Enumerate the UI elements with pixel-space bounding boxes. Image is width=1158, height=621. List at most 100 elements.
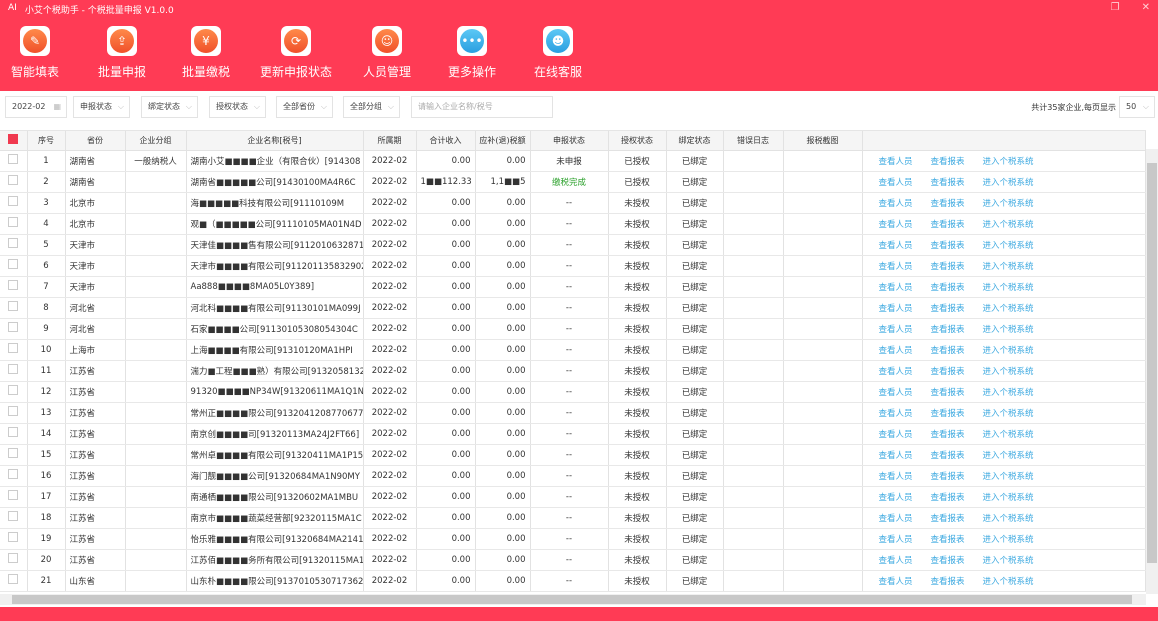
view-report-link[interactable]: 查看报表	[931, 220, 965, 230]
vertical-scrollbar[interactable]	[1146, 149, 1158, 594]
view-report-link[interactable]: 查看报表	[931, 430, 965, 440]
view-report-link[interactable]: 查看报表	[931, 493, 965, 503]
view-report-link[interactable]: 查看报表	[931, 325, 965, 335]
view-report-link[interactable]: 查看报表	[931, 535, 965, 545]
table-row[interactable]: 12 江苏省 91320■■■■NP34W[91320611MA1Q1NF 2022-…	[0, 381, 1146, 403]
vertical-scroll-thumb[interactable]	[1147, 163, 1157, 563]
table-row[interactable]: 3 北京市 海■■■■■科技有限公司[91110109M 2022-02 0.00 0.0…	[0, 192, 1146, 214]
column-header[interactable]: 报税截图	[783, 131, 863, 151]
enter-tax-system-link[interactable]: 进入个税系统	[983, 220, 1034, 230]
column-header[interactable]: 合计收入	[416, 131, 476, 151]
row-checkbox[interactable]	[8, 469, 19, 479]
view-staff-link[interactable]: 查看人员	[879, 283, 913, 293]
toolbar-button-2[interactable]: ⇪ 批量申报	[82, 26, 162, 80]
view-staff-link[interactable]: 查看人员	[879, 388, 913, 398]
row-checkbox-cell[interactable]	[0, 255, 28, 277]
enter-tax-system-link[interactable]: 进入个税系统	[983, 535, 1034, 545]
view-report-link[interactable]: 查看报表	[931, 199, 965, 209]
table-row[interactable]: 19 江苏省 怡乐雅■■■■有限公司[91320684MA2141 2022-02 0.…	[0, 528, 1146, 550]
view-report-link[interactable]: 查看报表	[931, 283, 965, 293]
table-row[interactable]: 13 江苏省 常州正■■■■限公司[91320412087706777 2022-02…	[0, 402, 1146, 424]
row-checkbox-cell[interactable]	[0, 549, 28, 571]
toolbar-button-6[interactable]: ••• 更多操作	[432, 26, 512, 80]
view-report-link[interactable]: 查看报表	[931, 241, 965, 251]
row-checkbox-cell[interactable]	[0, 360, 28, 382]
view-staff-link[interactable]: 查看人员	[879, 157, 913, 167]
view-staff-link[interactable]: 查看人员	[879, 346, 913, 356]
column-header[interactable]: 省份	[65, 131, 126, 151]
restore-icon[interactable]: ❐	[1111, 2, 1120, 13]
enter-tax-system-link[interactable]: 进入个税系统	[983, 325, 1034, 335]
view-staff-link[interactable]: 查看人员	[879, 262, 913, 272]
view-report-link[interactable]: 查看报表	[931, 556, 965, 566]
table-row[interactable]: 4 北京市 观■（■■■■■公司[91110105MA01N4D 2022-02 0.0…	[0, 213, 1146, 235]
select-all-checkbox[interactable]	[0, 131, 28, 151]
row-checkbox-cell[interactable]	[0, 381, 28, 403]
enter-tax-system-link[interactable]: 进入个税系统	[983, 472, 1034, 482]
view-staff-link[interactable]: 查看人员	[879, 178, 913, 188]
table-row[interactable]: 14 江苏省 南京创■■■■司[91320113MA24J2FT66] 2022-02…	[0, 423, 1146, 445]
row-checkbox[interactable]	[8, 280, 19, 290]
enter-tax-system-link[interactable]: 进入个税系统	[983, 346, 1034, 356]
enter-tax-system-link[interactable]: 进入个税系统	[983, 199, 1034, 209]
row-checkbox[interactable]	[8, 322, 19, 332]
row-checkbox[interactable]	[8, 175, 19, 185]
enter-tax-system-link[interactable]: 进入个税系统	[983, 451, 1034, 461]
table-row[interactable]: 1 湖南省 一般纳税人 湖南小艾■■■■企业（有限合伙）[914308 2022-02 0…	[0, 150, 1146, 172]
toolbar-button-5[interactable]: ☺ 人员管理	[347, 26, 427, 80]
view-staff-link[interactable]: 查看人员	[879, 199, 913, 209]
column-header[interactable]: 应补(退)税额	[475, 131, 531, 151]
table-row[interactable]: 16 江苏省 海门靓■■■■公司[91320684MA1N90MY 2022-02 0.…	[0, 465, 1146, 487]
enter-tax-system-link[interactable]: 进入个税系统	[983, 241, 1034, 251]
view-report-link[interactable]: 查看报表	[931, 262, 965, 272]
row-checkbox-cell[interactable]	[0, 402, 28, 424]
enter-tax-system-link[interactable]: 进入个税系统	[983, 577, 1034, 587]
row-checkbox-cell[interactable]	[0, 465, 28, 487]
enter-tax-system-link[interactable]: 进入个税系统	[983, 283, 1034, 293]
view-staff-link[interactable]: 查看人员	[879, 577, 913, 587]
view-staff-link[interactable]: 查看人员	[879, 472, 913, 482]
search-input[interactable]: 请输入企业名称/税号	[411, 96, 553, 118]
row-checkbox[interactable]	[8, 448, 19, 458]
row-checkbox[interactable]	[8, 364, 19, 374]
enter-tax-system-link[interactable]: 进入个税系统	[983, 262, 1034, 272]
row-checkbox[interactable]	[8, 574, 19, 584]
horizontal-scrollbar[interactable]	[0, 594, 1146, 605]
column-header[interactable]: 所属期	[363, 131, 417, 151]
period-picker[interactable]: 2022-02 ▦	[5, 96, 67, 118]
row-checkbox[interactable]	[8, 343, 19, 353]
province-select[interactable]: 全部省份 ⌵	[276, 96, 333, 118]
row-checkbox-cell[interactable]	[0, 150, 28, 172]
view-report-link[interactable]: 查看报表	[931, 304, 965, 314]
enter-tax-system-link[interactable]: 进入个税系统	[983, 409, 1034, 419]
row-checkbox[interactable]	[8, 385, 19, 395]
enter-tax-system-link[interactable]: 进入个税系统	[983, 157, 1034, 167]
row-checkbox[interactable]	[8, 259, 19, 269]
table-row[interactable]: 8 河北省 河北科■■■■有限公司[91130101MA099J 2022-02 0.0…	[0, 297, 1146, 319]
row-checkbox[interactable]	[8, 238, 19, 248]
view-report-link[interactable]: 查看报表	[931, 514, 965, 524]
enter-tax-system-link[interactable]: 进入个税系统	[983, 493, 1034, 503]
table-row[interactable]: 18 江苏省 南京市■■■■蔬菜经营部[92320115MA1C 2022-02 0.0…	[0, 507, 1146, 529]
row-checkbox-cell[interactable]	[0, 192, 28, 214]
row-checkbox-cell[interactable]	[0, 339, 28, 361]
row-checkbox[interactable]	[8, 511, 19, 521]
column-header[interactable]: 授权状态	[608, 131, 667, 151]
row-checkbox[interactable]	[8, 553, 19, 563]
checkbox[interactable]	[8, 134, 19, 145]
view-staff-link[interactable]: 查看人员	[879, 535, 913, 545]
row-checkbox[interactable]	[8, 196, 19, 206]
close-icon[interactable]: ✕	[1142, 2, 1150, 13]
enter-tax-system-link[interactable]: 进入个税系统	[983, 304, 1034, 314]
enter-tax-system-link[interactable]: 进入个税系统	[983, 367, 1034, 377]
view-staff-link[interactable]: 查看人员	[879, 493, 913, 503]
row-checkbox-cell[interactable]	[0, 570, 28, 592]
toolbar-button-1[interactable]: ✎ 智能填表	[0, 26, 75, 80]
bind-status-select[interactable]: 绑定状态 ⌵	[141, 96, 198, 118]
enter-tax-system-link[interactable]: 进入个税系统	[983, 178, 1034, 188]
view-staff-link[interactable]: 查看人员	[879, 556, 913, 566]
group-select[interactable]: 全部分组 ⌵	[343, 96, 400, 118]
row-checkbox-cell[interactable]	[0, 234, 28, 256]
row-checkbox[interactable]	[8, 490, 19, 500]
view-staff-link[interactable]: 查看人员	[879, 451, 913, 461]
